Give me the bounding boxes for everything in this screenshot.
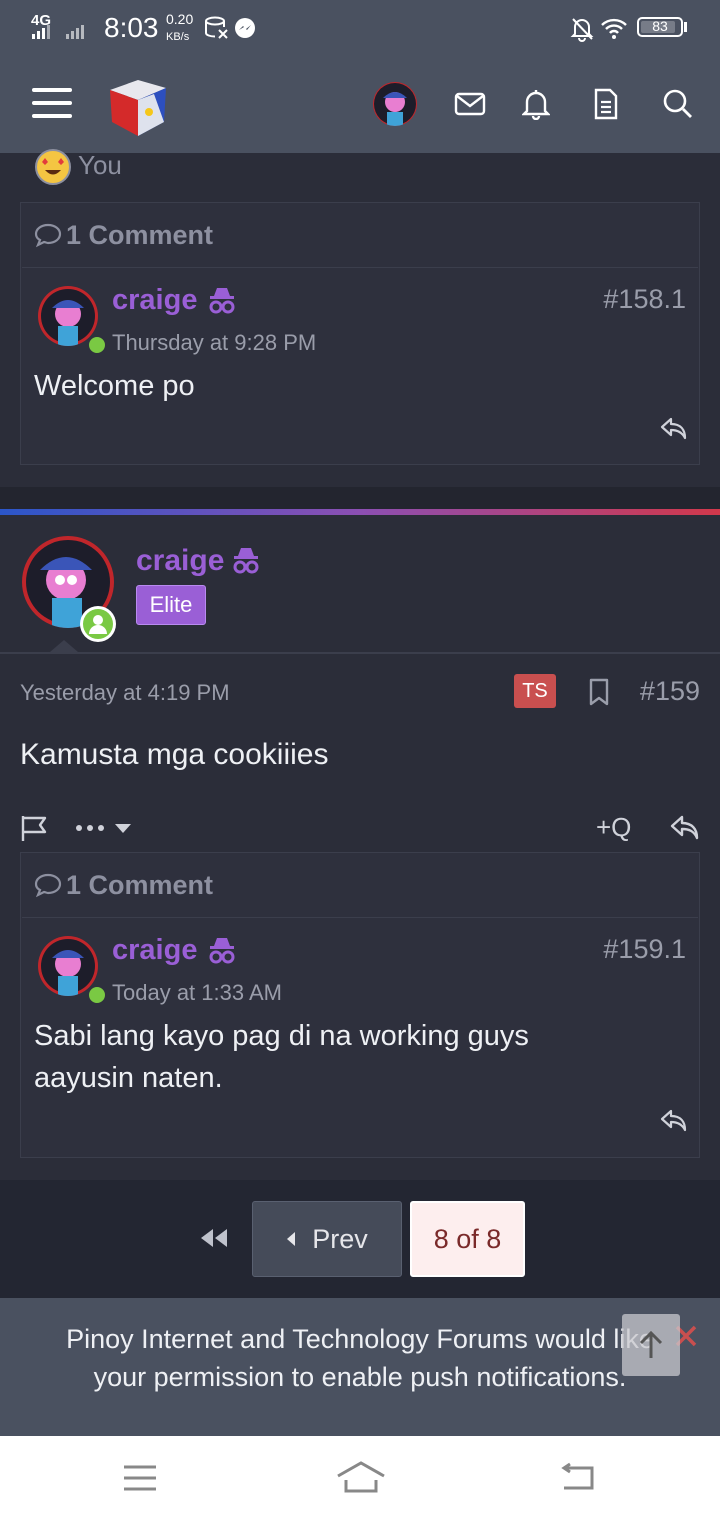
arrow-up-icon [639,1330,663,1358]
home-icon[interactable] [336,1460,386,1499]
comment-body-line1: Sabi lang kayo pag di na working guys [34,1020,529,1052]
whats-new-icon[interactable] [586,84,626,124]
signal-icon [32,22,98,45]
incognito-icon [208,286,236,321]
more-options-icon[interactable] [76,818,132,843]
net-speed-unit: KB/s [166,31,190,43]
comment-body: Welcome po [34,370,195,402]
comment-post-number[interactable]: #158.1 [603,284,686,315]
reply-icon[interactable] [670,814,700,847]
comment-post-number[interactable]: #159.1 [603,934,686,965]
recent-apps-icon[interactable] [122,1464,158,1497]
divider [22,917,698,918]
net-speed-value: 0.20 [166,11,194,27]
bell-icon[interactable] [516,84,556,124]
reply-icon[interactable] [660,1108,688,1139]
caret-left-icon [287,1232,296,1246]
post-username[interactable]: craige [136,544,224,578]
comments-count[interactable]: 1 Comment [66,870,213,901]
back-icon[interactable] [560,1462,598,1497]
notification-text-line1: Pinoy Internet and Technology Forums wou… [66,1324,654,1354]
report-flag-icon[interactable] [20,814,48,847]
love-reaction-icon [34,148,72,186]
comment-time[interactable]: Today at 1:33 AM [112,980,282,1006]
post-body: Kamusta mga cookiiies [20,738,329,771]
comment-username[interactable]: craige [112,284,197,317]
header-avatar[interactable] [373,82,417,126]
incognito-icon [232,546,260,581]
battery-level: 83 [652,18,668,34]
messenger-icon [234,17,256,44]
online-status-icon [80,606,116,642]
multi-quote-button[interactable]: +Q [596,812,631,843]
comment-time[interactable]: Thursday at 9:28 PM [112,330,316,356]
divider [0,652,720,654]
wifi-icon [600,17,628,44]
post-separator [0,487,720,509]
scroll-to-top-button[interactable] [622,1314,680,1376]
search-icon[interactable] [658,84,698,124]
clock: 8:03 [104,12,159,43]
first-page-icon[interactable] [198,1226,230,1255]
menu-icon[interactable] [32,86,72,125]
comment-username[interactable]: craige [112,934,197,967]
prev-page-button[interactable]: Prev [252,1201,402,1277]
user-title-badge: Elite [136,585,206,625]
online-indicator [87,335,107,355]
reply-icon[interactable] [660,416,688,447]
mute-notification-icon [570,16,594,47]
thread-starter-badge: TS [514,674,556,708]
comment-icon [34,872,62,903]
online-indicator [87,985,107,1005]
inbox-icon[interactable] [450,84,490,124]
comment-icon [34,222,62,253]
divider [22,267,698,268]
post-number[interactable]: #159 [640,676,700,707]
bookmark-icon[interactable] [588,678,610,711]
prev-label: Prev [312,1223,368,1254]
reaction-label[interactable]: You [78,150,122,181]
current-page-indicator[interactable]: 8 of 8 [410,1201,525,1277]
comment-body-line2: aayusin naten. [34,1062,223,1094]
battery-tip [684,22,687,32]
data-saver-icon [204,16,230,45]
notification-text-line2: your permission to enable push notificat… [93,1362,627,1392]
post-time[interactable]: Yesterday at 4:19 PM [20,680,230,706]
incognito-icon [208,936,236,971]
site-logo[interactable] [104,72,172,145]
comments-count[interactable]: 1 Comment [66,220,213,251]
pointer-arrow [50,640,78,652]
